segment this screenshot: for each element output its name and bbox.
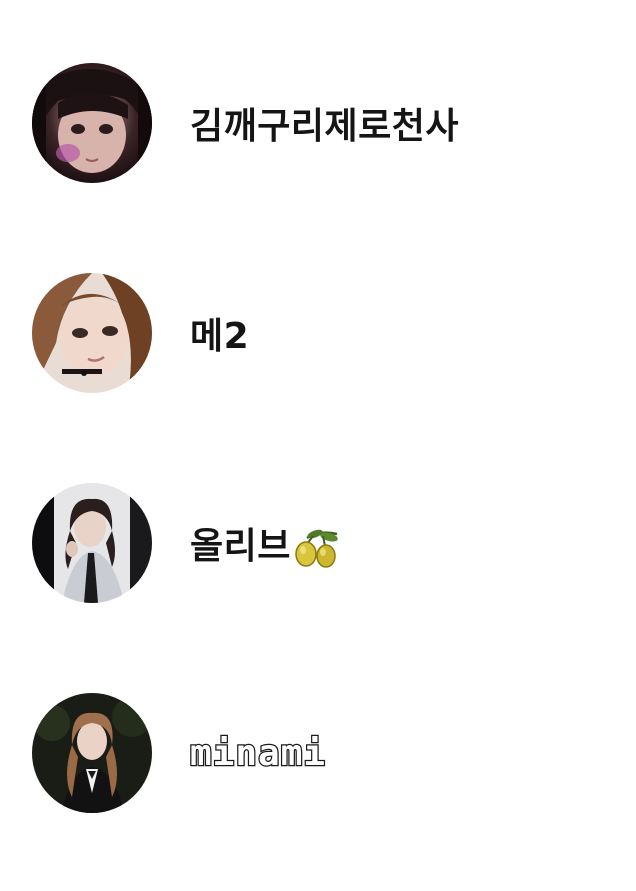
user-row-1[interactable]: 김깨구리제로천사 [0, 48, 636, 198]
avatar-photo-icon [32, 63, 152, 183]
username[interactable]: 김깨구리제로천사 [190, 97, 459, 149]
username[interactable]: 메2 [190, 307, 249, 359]
user-row-3[interactable]: 올리브 [0, 468, 636, 618]
username[interactable]: 올리브 [190, 517, 341, 569]
user-avatar[interactable] [32, 483, 152, 603]
user-avatar[interactable] [32, 273, 152, 393]
user-list: 김깨구리제로천사 메2 올리브 minami [0, 0, 636, 891]
avatar-photo-icon [32, 483, 152, 603]
avatar-photo-icon [32, 693, 152, 813]
username[interactable]: minami [189, 731, 327, 775]
username-text: 올리브 [190, 526, 291, 567]
user-row-4[interactable]: minami [0, 678, 636, 828]
user-avatar[interactable] [32, 63, 152, 183]
user-avatar[interactable] [32, 693, 152, 813]
user-row-2[interactable]: 메2 [0, 258, 636, 408]
olive-icon [295, 529, 338, 568]
avatar-photo-icon [32, 273, 152, 393]
